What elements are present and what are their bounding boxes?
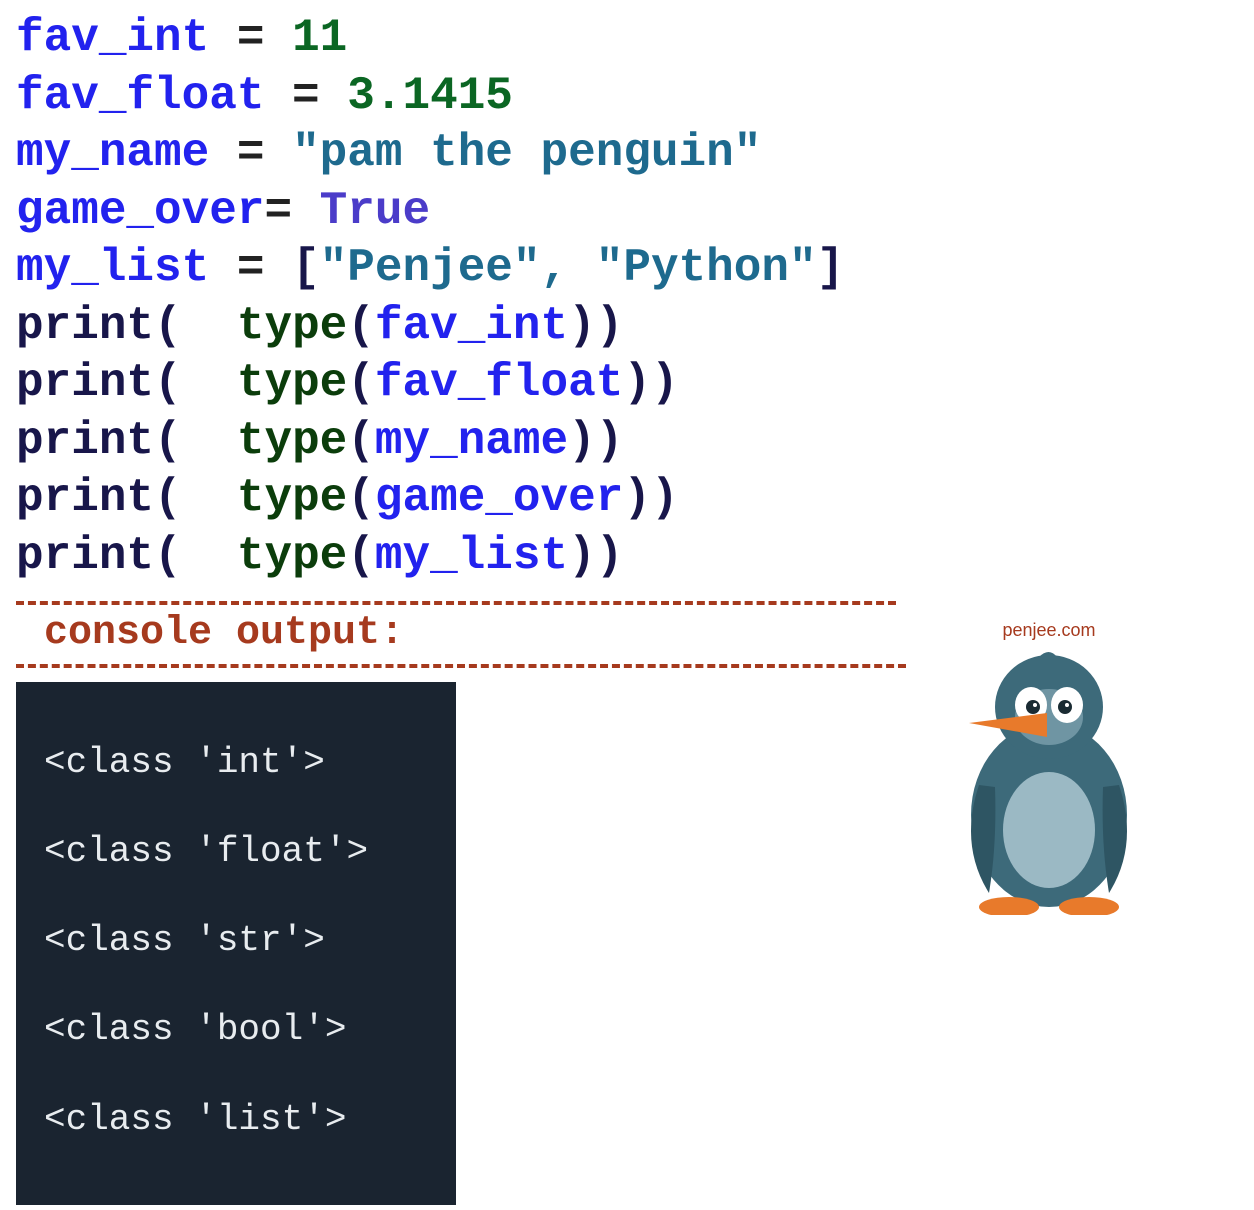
type-func: type: [237, 357, 347, 409]
paren-close: ): [596, 300, 624, 352]
paren-open2: (: [347, 530, 375, 582]
paren-open: (: [154, 472, 237, 524]
code-block: fav_int = 11 fav_float = 3.1415 my_name …: [16, 10, 1238, 585]
console-output: <class 'int'> <class 'float'> <class 'st…: [16, 682, 456, 1205]
paren-close: ): [651, 472, 679, 524]
output-line: <class 'str'>: [44, 919, 438, 964]
divider-bottom: [16, 664, 906, 668]
paren-close2: ): [568, 530, 596, 582]
float-literal: 3.1415: [347, 70, 513, 122]
code-line-5: my_list = ["Penjee", "Python"]: [16, 240, 1238, 298]
print-func: print: [16, 415, 154, 467]
comma: ,: [541, 242, 596, 294]
type-func: type: [237, 415, 347, 467]
equals: =: [209, 127, 292, 179]
penguin-caption: penjee.com: [939, 620, 1159, 641]
code-line-4: game_over= True: [16, 183, 1238, 241]
equals: =: [209, 242, 292, 294]
paren-close: ): [596, 415, 624, 467]
paren-open2: (: [347, 357, 375, 409]
print-func: print: [16, 530, 154, 582]
var-fav-int: fav_int: [16, 12, 209, 64]
paren-close: ): [651, 357, 679, 409]
paren-close2: ): [568, 300, 596, 352]
output-line: <class 'bool'>: [44, 1008, 438, 1053]
paren-open: (: [154, 357, 237, 409]
arg: game_over: [375, 472, 623, 524]
output-line: <class 'list'>: [44, 1098, 438, 1143]
paren-close2: ): [623, 357, 651, 409]
string-literal: "pam the penguin": [292, 127, 761, 179]
print-func: print: [16, 357, 154, 409]
var-my-list: my_list: [16, 242, 209, 294]
arg: fav_float: [375, 357, 623, 409]
paren-open: (: [154, 300, 237, 352]
code-line-9: print( type(game_over)): [16, 470, 1238, 528]
type-func: type: [237, 300, 347, 352]
penguin-icon: [939, 645, 1159, 915]
bool-literal: True: [320, 185, 430, 237]
var-game-over: game_over: [16, 185, 264, 237]
var-fav-float: fav_float: [16, 70, 264, 122]
bracket-close: ]: [817, 242, 845, 294]
bracket-open: [: [292, 242, 320, 294]
string-literal: "Python": [596, 242, 817, 294]
code-line-10: print( type(my_list)): [16, 528, 1238, 586]
paren-open2: (: [347, 300, 375, 352]
code-line-2: fav_float = 3.1415: [16, 68, 1238, 126]
print-func: print: [16, 300, 154, 352]
var-my-name: my_name: [16, 127, 209, 179]
output-line: <class 'float'>: [44, 830, 438, 875]
equals: =: [209, 12, 292, 64]
arg: my_name: [375, 415, 568, 467]
type-func: type: [237, 530, 347, 582]
arg: my_list: [375, 530, 568, 582]
code-line-7: print( type(fav_float)): [16, 355, 1238, 413]
print-func: print: [16, 472, 154, 524]
equals: =: [264, 185, 319, 237]
type-func: type: [237, 472, 347, 524]
paren-close2: ): [568, 415, 596, 467]
paren-open2: (: [347, 415, 375, 467]
string-literal: "Penjee": [320, 242, 541, 294]
paren-open: (: [154, 530, 237, 582]
equals: =: [264, 70, 347, 122]
code-line-8: print( type(my_name)): [16, 413, 1238, 471]
paren-close: ): [596, 530, 624, 582]
divider-top: [16, 601, 896, 605]
penguin-mascot: penjee.com: [939, 620, 1159, 929]
code-line-3: my_name = "pam the penguin": [16, 125, 1238, 183]
paren-open2: (: [347, 472, 375, 524]
output-line: <class 'int'>: [44, 741, 438, 786]
int-literal: 11: [292, 12, 347, 64]
code-line-1: fav_int = 11: [16, 10, 1238, 68]
arg: fav_int: [375, 300, 568, 352]
paren-open: (: [154, 415, 237, 467]
code-line-6: print( type(fav_int)): [16, 298, 1238, 356]
paren-close2: ): [623, 472, 651, 524]
